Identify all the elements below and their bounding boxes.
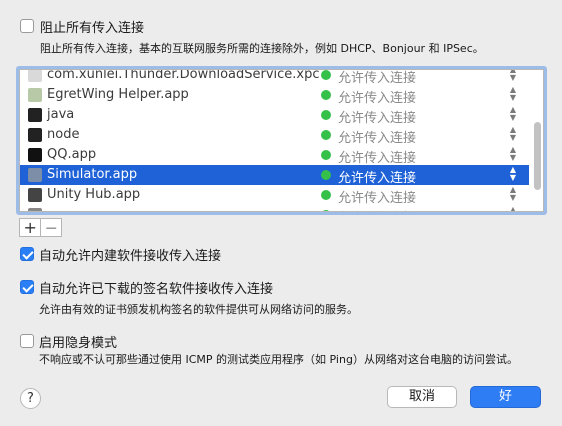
status-popup-chevron-icon[interactable]: ▲▼ (506, 126, 520, 143)
add-app-button[interactable]: + (20, 219, 40, 236)
egretwing-icon (28, 88, 42, 102)
stealth-mode-description: 不响应或不认可那些通过使用 ICMP 的测试类应用程序（如 Ping）从网络对这… (39, 353, 518, 366)
status-popup-chevron-icon[interactable]: ▲▼ (506, 106, 520, 123)
auto-allow-signed-checkbox[interactable] (20, 280, 34, 294)
auto-allow-signed-label: 自动允许已下载的签名软件接收传入连接 (39, 282, 274, 297)
block-all-description: 阻止所有传入连接，基本的互联网服务所需的连接除外，例如 DHCP、Bonjour… (40, 42, 484, 55)
stealth-mode-checkbox[interactable] (20, 334, 34, 348)
help-button[interactable]: ? (20, 388, 41, 409)
block-all-label: 阻止所有传入连接 (40, 21, 145, 36)
app-name: QQ.app (47, 147, 97, 162)
terminal-icon (28, 108, 42, 122)
status-dot-icon (321, 170, 331, 180)
connection-status: 允许传入连接 (338, 151, 417, 166)
status-popup-chevron-icon[interactable]: ▲▼ (506, 206, 520, 212)
app-list-row[interactable]: java 允许传入连接 ▲ ▼ (20, 105, 529, 126)
status-dot-icon (321, 210, 331, 211)
connection-status: 允许传入连接 (338, 111, 417, 126)
list-add-remove-control: + — (19, 218, 62, 237)
list-scrollbar[interactable] (534, 122, 541, 190)
block-all-checkbox[interactable] (20, 19, 34, 33)
ok-button[interactable]: 好 (470, 386, 541, 408)
terminal-icon (28, 128, 42, 142)
app-icon (28, 208, 42, 211)
app-list-row[interactable]: QQ.app 允许传入连接 ▲ ▼ (20, 145, 529, 166)
status-dot-icon (321, 70, 331, 80)
app-list-row[interactable]: Simulator.app 允许传入连接 ▲ ▼ (20, 165, 529, 186)
status-dot-icon (321, 150, 331, 160)
app-name: com.xunlei.Thunder.DownloadService.xpc (47, 69, 320, 82)
status-popup-chevron-icon[interactable]: ▲▼ (506, 86, 520, 103)
app-name: node (47, 127, 80, 142)
simulator-icon (28, 168, 42, 182)
connection-status: 允许传入连接 (338, 171, 417, 186)
connection-status: 允许传入连接 (338, 71, 417, 86)
app-list-row[interactable]: 允许传入连接 ▲▼ (20, 205, 529, 212)
status-popup-chevron-icon[interactable]: ▲▼ (506, 70, 520, 83)
auto-allow-builtin-label: 自动允许内建软件接收传入连接 (39, 249, 222, 264)
connection-status: 允许传入连接 (338, 91, 417, 106)
status-popup-chevron-icon[interactable]: ▲▼ (506, 186, 520, 203)
app-name: Simulator.app (47, 167, 138, 182)
status-popup-chevron-icon[interactable]: ▲▼ (506, 146, 520, 163)
xpc-icon (28, 70, 42, 82)
cancel-button[interactable]: 取消 (387, 386, 457, 408)
status-popup-chevron-icon[interactable]: ▲▼ (506, 166, 520, 183)
connection-status: 允许传入连接 (338, 131, 417, 146)
app-list-row[interactable]: Unity Hub.app 允许传入连接 ▲ ▼ (20, 185, 529, 206)
status-dot-icon (321, 130, 331, 140)
unity-icon (28, 188, 42, 202)
app-name: Unity Hub.app (47, 187, 141, 202)
qq-penguin-icon (28, 148, 42, 162)
stealth-mode-label: 启用隐身模式 (39, 336, 118, 351)
app-list-row[interactable]: EgretWing Helper.app 允许传入连接 ▲ ▼ (20, 85, 529, 106)
app-firewall-list[interactable]: 允许传入连接▲▼Unity Hub.app允许传入连接▲▼Simulator.a… (19, 69, 544, 212)
app-list-row[interactable]: com.xunlei.Thunder.DownloadService.xpc 允许… (20, 69, 529, 86)
app-name: EgretWing Helper.app (47, 87, 189, 102)
app-name: java (47, 107, 75, 122)
auto-allow-signed-description: 允许由有效的证书颁发机构签名的软件提供可从网络访问的服务。 (39, 303, 358, 316)
remove-app-button[interactable]: — (40, 219, 61, 236)
status-dot-icon (321, 190, 331, 200)
auto-allow-builtin-checkbox[interactable] (20, 247, 34, 261)
app-list-row[interactable]: node 允许传入连接 ▲ ▼ (20, 125, 529, 146)
connection-status: 允许传入连接 (338, 207, 416, 211)
status-dot-icon (321, 90, 331, 100)
status-dot-icon (321, 110, 331, 120)
connection-status: 允许传入连接 (338, 191, 417, 206)
